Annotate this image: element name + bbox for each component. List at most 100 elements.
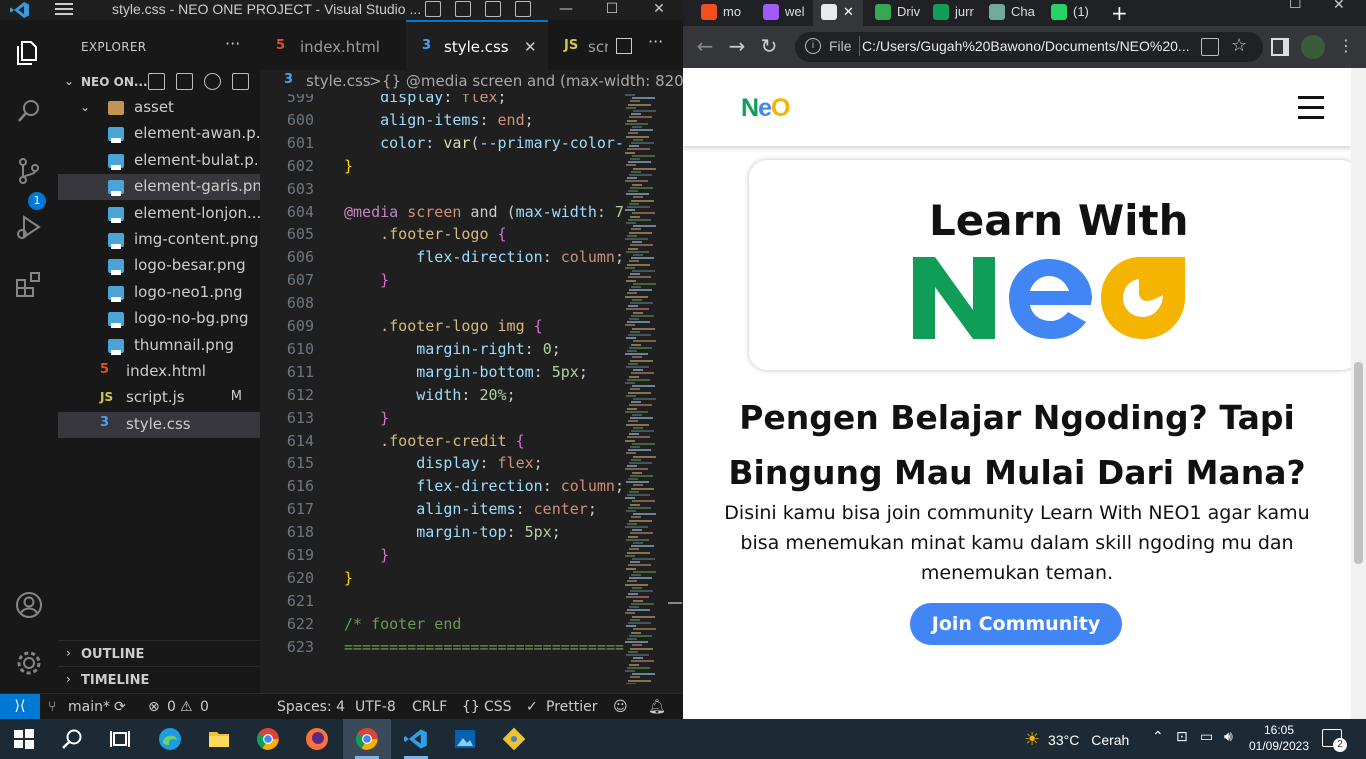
tree-item[interactable]: element-garis.png: [58, 174, 260, 201]
reload-icon[interactable]: ↻: [757, 35, 781, 59]
page-scrollbar[interactable]: [1351, 68, 1366, 719]
browser-tab[interactable]: Driv: [867, 0, 923, 26]
refresh-icon[interactable]: [204, 73, 221, 90]
indentation[interactable]: Spaces: 4: [277, 699, 345, 715]
toggle-sidebar-icon[interactable]: [425, 1, 441, 17]
photos-app[interactable]: [441, 719, 489, 759]
outline-section[interactable]: › OUTLINE: [58, 640, 260, 666]
tree-item[interactable]: img-content.png: [58, 227, 260, 253]
close-icon[interactable]: ✕: [645, 0, 673, 20]
settings-gear-icon[interactable]: [14, 648, 44, 678]
minimize-icon[interactable]: —: [552, 0, 580, 20]
editor-scrollbar[interactable]: [668, 94, 682, 684]
tree-item[interactable]: logo-besar.png: [58, 253, 260, 279]
profile-avatar[interactable]: [1301, 35, 1325, 59]
workspace-root[interactable]: ⌄ NEO ON...: [58, 72, 260, 94]
close-tab-icon[interactable]: ✕: [524, 38, 537, 56]
chrome-app[interactable]: [244, 719, 292, 759]
run-debug-icon[interactable]: [14, 212, 44, 242]
start-button[interactable]: [0, 719, 48, 759]
join-community-button[interactable]: Join Community: [910, 603, 1122, 645]
task-view-button[interactable]: [96, 719, 144, 759]
branch-name[interactable]: main*: [68, 699, 110, 715]
code-editor[interactable]: 599 display: flex; 600 align-items: end; 6…: [260, 94, 683, 684]
tree-item[interactable]: 3 style.css: [58, 411, 260, 438]
tree-item[interactable]: JS script.js M: [58, 385, 260, 411]
sync-icon[interactable]: ⟳: [114, 699, 126, 715]
prettier-status[interactable]: Prettier: [546, 699, 598, 715]
toggle-panel-icon[interactable]: [455, 1, 471, 17]
breadcrumb-file[interactable]: style.css: [306, 72, 371, 90]
feedback-icon[interactable]: ☺: [613, 699, 628, 715]
tree-item[interactable]: element-bulat.p...: [58, 148, 260, 174]
tree-item[interactable]: 5 index.html: [58, 359, 260, 385]
chrome-menu-icon[interactable]: ⋮: [1338, 38, 1356, 56]
error-count[interactable]: 0: [167, 699, 176, 715]
tree-item[interactable]: element-lonjon...: [58, 201, 260, 227]
clock[interactable]: 16:05 01/09/2023: [1248, 722, 1310, 754]
browser-tab[interactable]: Cha: [981, 0, 1037, 26]
customize-layout-icon[interactable]: [515, 1, 531, 17]
warning-count[interactable]: 0: [200, 699, 209, 715]
maximize-icon[interactable]: ☐: [1289, 0, 1302, 12]
info-icon[interactable]: i: [805, 38, 821, 54]
browser-tab[interactable]: (1): [1043, 0, 1103, 26]
tab-style-css[interactable]: 3 style.css ✕: [406, 20, 548, 70]
browser-tab[interactable]: wel: [755, 0, 811, 26]
volume-icon[interactable]: 🔊︎: [1224, 729, 1233, 745]
search-button[interactable]: [48, 719, 96, 759]
split-editor-icon[interactable]: [616, 38, 632, 54]
side-panel-icon[interactable]: [1271, 38, 1289, 56]
line-ending[interactable]: CRLF: [412, 699, 447, 715]
new-file-icon[interactable]: [148, 73, 165, 90]
tree-item[interactable]: element-awan.p...: [58, 121, 260, 147]
browser-tab[interactable]: ✕: [813, 0, 863, 26]
notifications-icon[interactable]: 2: [1322, 729, 1347, 752]
minimap[interactable]: [625, 94, 671, 684]
git-app[interactable]: [490, 719, 538, 759]
tree-item[interactable]: logo-no-bg.png: [58, 306, 260, 332]
language-mode[interactable]: CSS: [484, 699, 512, 715]
menu-icon[interactable]: [55, 0, 75, 20]
explorer-icon[interactable]: [14, 38, 44, 68]
maximize-icon[interactable]: ☐: [598, 0, 626, 20]
accounts-icon[interactable]: [14, 590, 44, 620]
encoding[interactable]: UTF-8: [355, 699, 396, 715]
url-text[interactable]: C:/Users/Gugah%20Bawono/Documents/NEO%20…: [862, 38, 1190, 54]
meet-now-icon[interactable]: ⊡: [1176, 729, 1188, 745]
search-icon[interactable]: [14, 96, 44, 126]
neo-logo[interactable]: NeO: [741, 94, 790, 123]
file-explorer-app[interactable]: [195, 719, 243, 759]
bell-icon[interactable]: 🔔︎: [648, 699, 666, 715]
browser-tab[interactable]: jurr: [925, 0, 981, 26]
edge-app[interactable]: [146, 719, 194, 759]
toggle-secondary-sidebar-icon[interactable]: [485, 1, 501, 17]
more-actions-icon[interactable]: ···: [648, 32, 663, 51]
chevron-up-icon[interactable]: ⌃: [1152, 729, 1164, 745]
hamburger-menu-icon[interactable]: [1298, 96, 1324, 119]
firefox-app[interactable]: [293, 719, 341, 759]
bookmark-star-icon[interactable]: ☆: [1231, 37, 1249, 56]
back-icon[interactable]: ←: [693, 35, 717, 59]
tree-item[interactable]: thumnail.png: [58, 333, 260, 359]
vscode-app[interactable]: [392, 719, 440, 759]
scrollbar-thumb[interactable]: [1354, 362, 1363, 564]
address-bar[interactable]: i File C:/Users/Gugah%20Bawono/Documents…: [795, 32, 1263, 62]
network-icon[interactable]: ▭: [1200, 729, 1213, 745]
share-icon[interactable]: [1201, 38, 1219, 56]
close-icon[interactable]: ✕: [1333, 0, 1345, 13]
tab-index-html[interactable]: 5 index.html: [260, 20, 406, 70]
source-control-icon[interactable]: [14, 156, 44, 186]
weather-widget[interactable]: ☀︎ 33°C Cerah: [1024, 729, 1129, 750]
more-actions-icon[interactable]: ···: [225, 34, 240, 53]
extensions-icon[interactable]: [14, 270, 44, 300]
new-tab-icon[interactable]: +: [1111, 1, 1128, 25]
tab-script-js[interactable]: JS scr: [548, 20, 608, 70]
tree-item[interactable]: logo-neo1.png: [58, 280, 260, 306]
remote-icon[interactable]: ⟩⟨: [0, 694, 40, 720]
forward-icon[interactable]: →: [725, 35, 749, 59]
tree-item[interactable]: ⌄ asset: [58, 95, 260, 121]
browser-tab[interactable]: mo: [693, 0, 749, 26]
collapse-all-icon[interactable]: [232, 73, 249, 90]
close-tab-icon[interactable]: ✕: [843, 4, 854, 20]
